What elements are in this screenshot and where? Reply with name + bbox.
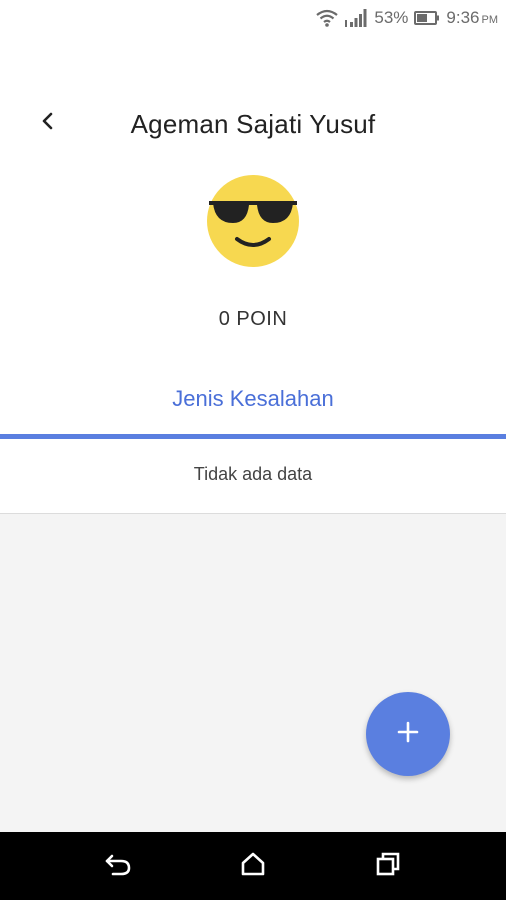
back-icon: [103, 851, 133, 882]
status-icons: 53% 9:36 PM: [316, 6, 498, 30]
empty-text: Tidak ada data: [193, 464, 313, 484]
wifi-icon: [316, 8, 339, 28]
clock: 9:36 PM: [446, 8, 498, 28]
points-unit: POIN: [236, 308, 288, 330]
tab-indicator: [0, 434, 506, 439]
recents-icon: [375, 851, 401, 882]
add-button[interactable]: [366, 692, 450, 776]
plus-icon: [397, 721, 419, 748]
content-area: [0, 514, 506, 832]
status-bar: 53% 9:36 PM: [0, 0, 506, 36]
avatar: [205, 173, 301, 269]
battery-icon: [414, 10, 440, 26]
nav-home-button[interactable]: [233, 850, 273, 882]
battery-percent: 53%: [374, 8, 409, 27]
tab-label: Jenis Kesalahan: [172, 386, 334, 411]
signal-icon: [344, 8, 368, 28]
nav-back-button[interactable]: [98, 850, 138, 882]
page-title: Ageman Sajati Yusuf: [130, 109, 376, 139]
home-icon: [240, 851, 266, 882]
points-display: 0 POIN: [0, 308, 506, 331]
points-value: 0: [218, 308, 231, 330]
navigation-bar: [0, 832, 506, 900]
clock-time: 9:36: [446, 8, 480, 27]
empty-state: Tidak ada data: [0, 440, 506, 514]
tab-jenis-kesalahan[interactable]: Jenis Kesalahan: [0, 375, 506, 439]
clock-ampm: PM: [481, 14, 499, 26]
nav-recents-button[interactable]: [368, 850, 408, 882]
header: Ageman Sajati Yusuf: [0, 95, 506, 155]
sunglasses-emoji-icon: [205, 175, 301, 273]
